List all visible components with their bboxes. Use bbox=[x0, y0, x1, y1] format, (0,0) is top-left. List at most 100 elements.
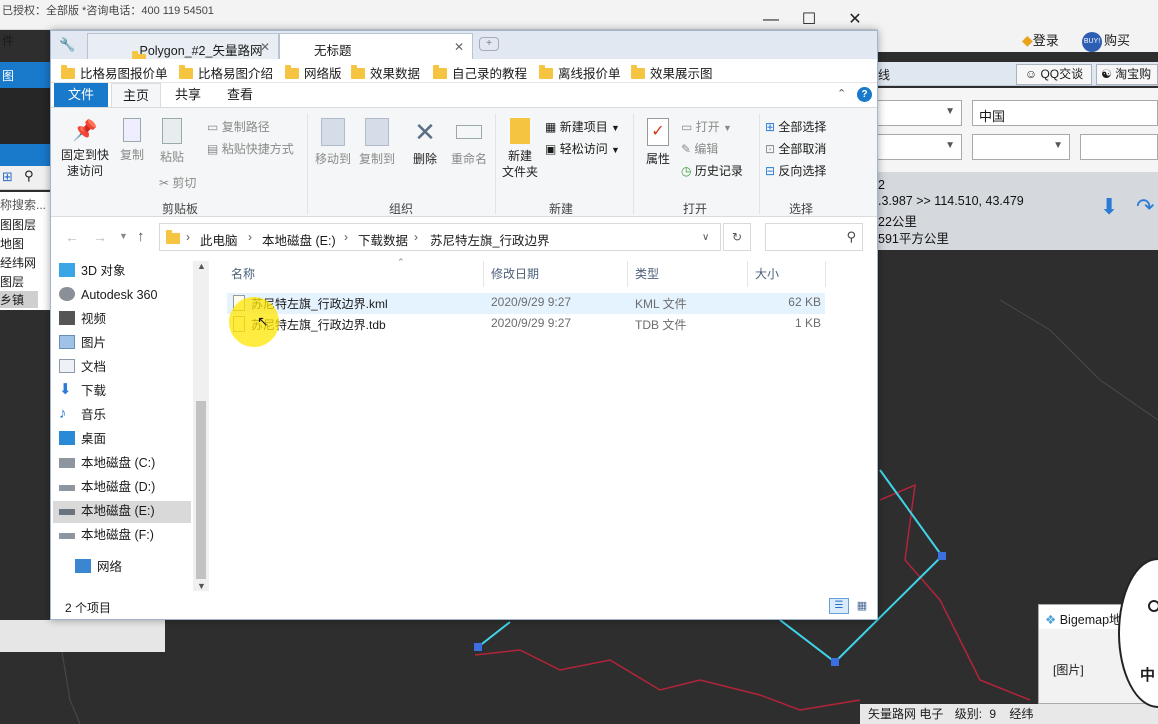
new-folder-button[interactable]: 新建 文件夹 bbox=[499, 118, 541, 180]
tab-view[interactable]: 查看 bbox=[217, 83, 263, 107]
select-none-button[interactable]: ⊡ 全部取消 bbox=[765, 140, 826, 157]
nav-item-videos[interactable]: 视频 bbox=[59, 309, 106, 329]
nav-item-3d-objects[interactable]: 3D 对象 bbox=[59, 261, 125, 281]
layer-item[interactable]: 乡镇 bbox=[0, 291, 38, 308]
refresh-icon[interactable]: ↻ bbox=[723, 223, 751, 251]
invert-selection-button[interactable]: ⊟ 反向选择 bbox=[765, 162, 826, 179]
pin-quick-access-button[interactable]: 📌 固定到快 速访问 bbox=[59, 118, 111, 179]
qq-chat-button[interactable]: ☺ QQ交谈 bbox=[1016, 64, 1092, 85]
city-select[interactable]: ▼ bbox=[868, 134, 962, 160]
scroll-up-icon[interactable]: ▲ bbox=[197, 261, 206, 271]
collapse-ribbon-icon[interactable]: ⌃ bbox=[837, 87, 846, 100]
maximize-icon[interactable]: ☐ bbox=[794, 10, 824, 30]
copy-button[interactable]: 复制 bbox=[115, 118, 149, 163]
download-icon[interactable]: ⬇ bbox=[1100, 194, 1118, 220]
wrench-icon[interactable]: 🔧 bbox=[59, 37, 75, 53]
chevron-down-icon[interactable]: ∨ bbox=[702, 232, 709, 243]
search-icon[interactable]: ⚲ bbox=[24, 168, 34, 184]
nav-item-drive-e[interactable]: 本地磁盘 (E:) bbox=[59, 501, 155, 521]
bookmark-item[interactable]: 效果展示图 bbox=[631, 63, 713, 82]
breadcrumb-item[interactable]: 此电脑 bbox=[200, 230, 238, 249]
column-divider[interactable] bbox=[825, 261, 826, 287]
layer-item[interactable]: 经纬网 bbox=[0, 254, 36, 271]
help-icon[interactable]: ? bbox=[857, 87, 872, 102]
nav-item-music[interactable]: ♪ 音乐 bbox=[59, 405, 106, 425]
nav-item-network[interactable]: 网络 bbox=[75, 557, 122, 577]
nav-scrollbar[interactable]: ▲ ▼ bbox=[193, 261, 209, 591]
scroll-thumb[interactable] bbox=[196, 401, 206, 579]
nav-item-desktop[interactable]: 桌面 bbox=[59, 429, 106, 449]
column-size[interactable]: 大小 bbox=[755, 265, 779, 282]
share-icon[interactable]: ↷ bbox=[1136, 194, 1154, 220]
move-to-button[interactable]: 移动到 bbox=[311, 118, 355, 167]
breadcrumb-item[interactable]: 苏尼特左旗_行政边界 bbox=[430, 230, 549, 249]
bookmark-item[interactable]: 自己录的教程 bbox=[433, 63, 527, 82]
close-icon[interactable]: ✕ bbox=[454, 40, 464, 54]
bookmark-item[interactable]: 效果数据 bbox=[351, 63, 420, 82]
paste-button[interactable]: 粘贴 bbox=[155, 118, 189, 165]
bookmark-item[interactable]: 网络版 bbox=[285, 63, 342, 82]
bookmark-item[interactable]: 离线报价单 bbox=[539, 63, 621, 82]
column-name[interactable]: 名称 bbox=[231, 265, 255, 282]
new-item-button[interactable]: ▦ 新建项目 ▼ bbox=[545, 118, 620, 135]
grid-icon[interactable]: ⊞ bbox=[2, 169, 13, 185]
scroll-down-icon[interactable]: ▼ bbox=[197, 581, 206, 591]
region-select[interactable]: 中国 bbox=[972, 100, 1158, 126]
province-select[interactable]: ▼ bbox=[868, 100, 962, 126]
tab-share[interactable]: 共享 bbox=[165, 83, 211, 107]
delete-button[interactable]: ✕ 删除 bbox=[407, 118, 443, 167]
bookmark-item[interactable]: 比格易图报价单 bbox=[61, 63, 168, 82]
search-input[interactable]: ⚲ bbox=[765, 223, 863, 251]
cut-button[interactable]: ✂ 剪切 bbox=[159, 174, 196, 191]
close-icon[interactable]: ✕ bbox=[840, 10, 870, 30]
left-tab[interactable]: 图 bbox=[0, 62, 50, 88]
copy-path-button[interactable]: ▭ 复制路径 bbox=[207, 118, 270, 135]
layer-item[interactable]: 图图层 bbox=[0, 216, 36, 233]
nav-item-pictures[interactable]: 图片 bbox=[59, 333, 106, 353]
layer-item[interactable]: 地图 bbox=[0, 235, 24, 252]
details-view-icon[interactable]: ☰ bbox=[829, 598, 849, 614]
tab-untitled[interactable]: 无标题 ✕ bbox=[279, 33, 473, 59]
select-all-button[interactable]: ⊞ 全部选择 bbox=[765, 118, 826, 135]
nav-item-autodesk[interactable]: Autodesk 360 bbox=[59, 285, 157, 305]
tab-polygon[interactable]: Polygon_#2_矢量路网 ✕ bbox=[87, 33, 279, 65]
bookmark-item[interactable]: 比格易图介绍 bbox=[179, 63, 273, 82]
history-button[interactable]: ◷ 历史记录 bbox=[681, 162, 743, 179]
nav-item-drive-f[interactable]: 本地磁盘 (F:) bbox=[59, 525, 154, 545]
nav-item-drive-c[interactable]: 本地磁盘 (C:) bbox=[59, 453, 155, 473]
town-select[interactable] bbox=[1080, 134, 1158, 160]
file-row[interactable]: 苏尼特左旗_行政边界.tdb 2020/9/29 9:27 TDB 文件 1 K… bbox=[227, 314, 825, 335]
tab-file[interactable]: 文件 bbox=[54, 83, 108, 107]
minimize-icon[interactable]: — bbox=[756, 10, 786, 30]
back-icon[interactable]: ← bbox=[65, 229, 79, 245]
forward-icon[interactable]: → bbox=[93, 229, 107, 245]
edit-button[interactable]: ✎ 编辑 bbox=[681, 140, 718, 157]
nav-item-drive-d[interactable]: 本地磁盘 (D:) bbox=[59, 477, 155, 497]
column-date[interactable]: 修改日期 bbox=[491, 265, 539, 282]
breadcrumb-item[interactable]: 本地磁盘 (E:) bbox=[262, 230, 336, 249]
close-icon[interactable]: ✕ bbox=[260, 40, 270, 54]
open-button[interactable]: ▭ 打开 ▼ bbox=[681, 118, 732, 135]
up-icon[interactable]: ↑ bbox=[137, 228, 145, 245]
address-bar[interactable]: › 此电脑 › 本地磁盘 (E:) › 下载数据 › 苏尼特左旗_行政边界 ∨ bbox=[159, 223, 721, 251]
layer-item[interactable]: 图层 bbox=[0, 273, 24, 290]
rename-button[interactable]: 重命名 bbox=[447, 118, 491, 167]
column-divider[interactable] bbox=[627, 261, 628, 287]
copy-to-button[interactable]: 复制到 bbox=[355, 118, 399, 167]
column-divider[interactable] bbox=[747, 261, 748, 287]
buy-button[interactable]: BUY! 购买 bbox=[1082, 30, 1158, 52]
nav-item-downloads[interactable]: ⬇ 下载 bbox=[59, 381, 106, 401]
county-select[interactable]: ▼ bbox=[972, 134, 1070, 160]
file-row[interactable]: 苏尼特左旗_行政边界.kml 2020/9/29 9:27 KML 文件 62 … bbox=[227, 293, 825, 314]
paste-shortcut-button[interactable]: ▤ 粘贴快捷方式 bbox=[207, 140, 294, 157]
left-search-input[interactable]: 称搜索... bbox=[0, 192, 50, 214]
taobao-button[interactable]: ☯ 淘宝购 bbox=[1096, 64, 1158, 85]
large-icons-view-icon[interactable]: ▦ bbox=[853, 598, 871, 614]
breadcrumb-item[interactable]: 下载数据 bbox=[358, 230, 408, 249]
menu-label[interactable]: 件 bbox=[2, 32, 14, 49]
easy-access-button[interactable]: ▣ 轻松访问 ▼ bbox=[545, 140, 620, 157]
recent-locations-icon[interactable]: ▼ bbox=[119, 231, 128, 241]
column-type[interactable]: 类型 bbox=[635, 265, 659, 282]
column-divider[interactable] bbox=[483, 261, 484, 287]
properties-button[interactable]: ✓ 属性 bbox=[639, 118, 677, 167]
